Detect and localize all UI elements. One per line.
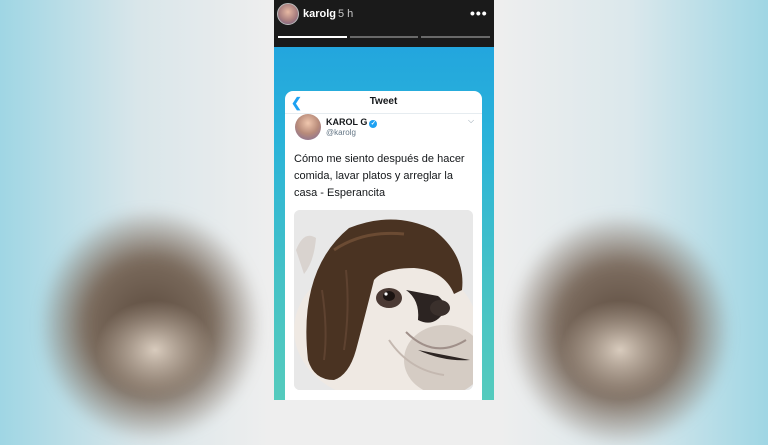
background-blur-right-highlight (560, 300, 680, 400)
more-options-icon[interactable]: ••• (470, 5, 488, 21)
dog-with-wig-image (294, 210, 473, 390)
verified-badge-icon: ✓ (369, 120, 378, 128)
author-avatar[interactable] (295, 114, 321, 140)
story-avatar[interactable] (277, 3, 299, 25)
chevron-down-icon[interactable]: ⌵ (468, 116, 474, 126)
progress-segment (349, 36, 419, 38)
tweet-text: Cómo me siento después de hacer comida, … (294, 153, 465, 199)
tweet-card[interactable]: ❮ Tweet KAROL G ✓ @karolg ⌵ Cómo me sient… (285, 91, 482, 400)
progress-segment (421, 36, 491, 38)
tweet-photo[interactable] (294, 210, 473, 390)
background-blur-left-highlight (95, 300, 215, 400)
tweet-header-title: Tweet (369, 96, 398, 107)
story-progress-bar (278, 36, 491, 38)
author-handle[interactable]: @karolg (326, 128, 356, 137)
progress-segment (278, 36, 347, 38)
story-viewer[interactable]: karolg 5 h ••• ❮ Tweet KAROL G ✓ @karolg … (274, 0, 494, 400)
story-timestamp: 5 h (338, 8, 354, 20)
tweet-header: ❮ Tweet (285, 91, 482, 114)
story-header: karolg 5 h ••• (274, 0, 494, 47)
author-name-text: KAROL G (326, 117, 368, 127)
author-name[interactable]: KAROL G ✓ (326, 117, 378, 128)
story-username[interactable]: karolg (303, 8, 336, 20)
